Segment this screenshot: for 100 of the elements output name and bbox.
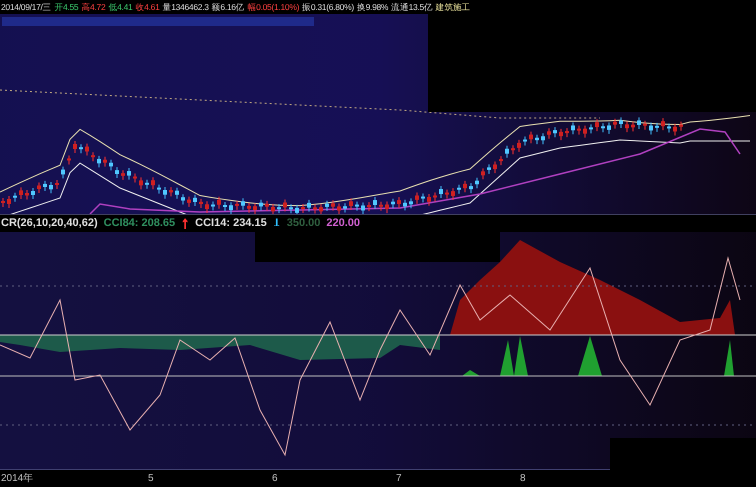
quote-field: 量1346462.3: [162, 2, 209, 12]
candlestick: [619, 116, 623, 129]
candlestick: [409, 198, 413, 209]
candlestick: [463, 180, 467, 193]
candlestick: [457, 184, 461, 194]
indicator-legend-label: ↑: [181, 216, 190, 232]
candlestick: [517, 139, 521, 152]
candlestick: [607, 122, 611, 134]
candlestick: [7, 196, 11, 208]
candlestick: [529, 131, 533, 144]
candlestick: [397, 196, 401, 209]
candlestick: [433, 192, 437, 202]
candlestick: [421, 193, 425, 204]
candlestick: [667, 122, 671, 133]
quote-field: 2014/09/17/三: [1, 2, 52, 12]
candlestick: [565, 128, 569, 138]
indicator-legend-label: CR(26,10,20,40,62): [1, 218, 98, 229]
candlestick: [631, 121, 635, 132]
candlestick: [121, 170, 125, 180]
candlestick: [61, 166, 65, 179]
quote-field: 建筑施工: [436, 2, 470, 12]
quote-field: 低4.41: [108, 2, 132, 12]
candlestick: [133, 173, 137, 184]
candlestick: [235, 200, 239, 210]
candlestick: [355, 201, 359, 212]
candlestick: [361, 202, 365, 214]
candlestick: [79, 144, 83, 154]
candlestick: [247, 202, 251, 214]
axis-label: 2014年: [0, 474, 34, 484]
indicator-legend-label: CCI84: 208.65: [104, 218, 176, 229]
candlestick: [1, 198, 5, 208]
candlestick: [649, 122, 653, 135]
indicator-legend-label: CCI14: 234.15: [195, 218, 267, 229]
candlestick: [499, 156, 503, 166]
candlestick: [583, 125, 587, 138]
candlestick: [451, 188, 455, 200]
quote-field: 高4.72: [81, 2, 106, 12]
candlestick: [469, 182, 473, 194]
candlestick: [655, 122, 659, 132]
candlestick: [265, 200, 269, 212]
quote-field: 收4.61: [135, 2, 160, 12]
candlestick: [331, 200, 335, 212]
indicator-legend-label: 220.00: [326, 218, 360, 229]
candlestick: [25, 190, 29, 200]
candlestick: [271, 203, 275, 214]
candlestick: [559, 128, 563, 141]
candlestick: [103, 156, 107, 168]
candlestick: [661, 118, 665, 131]
candlestick: [49, 182, 53, 194]
candlestick: [379, 201, 383, 212]
candlestick: [31, 188, 35, 200]
candlestick: [253, 202, 257, 214]
candlestick: [13, 192, 17, 202]
candlestick: [391, 198, 395, 209]
candlestick: [589, 124, 593, 134]
candlestick: [157, 184, 161, 194]
candlestick: [91, 152, 95, 162]
candlestick: [319, 204, 323, 214]
candlestick: [313, 204, 317, 214]
candlestick: [73, 140, 77, 154]
candlestick: [637, 116, 641, 130]
candlestick: [481, 168, 485, 180]
candlestick: [601, 122, 605, 133]
candlestick: [613, 118, 617, 130]
candlestick: [97, 155, 101, 168]
candlestick: [229, 202, 233, 214]
candlestick: [343, 202, 347, 214]
candlestick: [337, 202, 341, 214]
candlestick: [109, 159, 113, 171]
candlestick: [625, 120, 629, 133]
candlestick: [187, 196, 191, 208]
quote-field: 额6.16亿: [212, 2, 244, 12]
candlestick: [505, 145, 509, 158]
axis-label: 8: [519, 474, 527, 484]
candlestick: [373, 196, 377, 210]
candlestick: [367, 202, 371, 212]
candlestick: [169, 186, 173, 197]
candlestick: [37, 182, 41, 194]
candlestick: [67, 154, 71, 165]
candlestick: [283, 199, 287, 212]
candlestick: [523, 136, 527, 146]
candlestick: [19, 186, 23, 200]
candlestick: [151, 176, 155, 190]
candlestick: [349, 198, 353, 210]
candlestick: [427, 193, 431, 206]
candlestick: [511, 144, 515, 155]
quote-field: 幅0.05(1.10%): [247, 2, 300, 12]
candlestick: [43, 180, 47, 192]
candlestick: [163, 186, 167, 200]
candlestick: [415, 192, 419, 204]
candlestick: [643, 120, 647, 130]
candlestick: [439, 186, 443, 199]
candlestick: [241, 198, 245, 210]
candlestick: [277, 204, 281, 214]
candlestick: [175, 187, 179, 200]
candlestick: [301, 204, 305, 214]
quote-field: 开4.55: [54, 2, 78, 12]
quote-field: 振0.31(6.80%): [302, 2, 354, 12]
candlestick: [217, 196, 221, 210]
candlestick: [205, 200, 209, 214]
